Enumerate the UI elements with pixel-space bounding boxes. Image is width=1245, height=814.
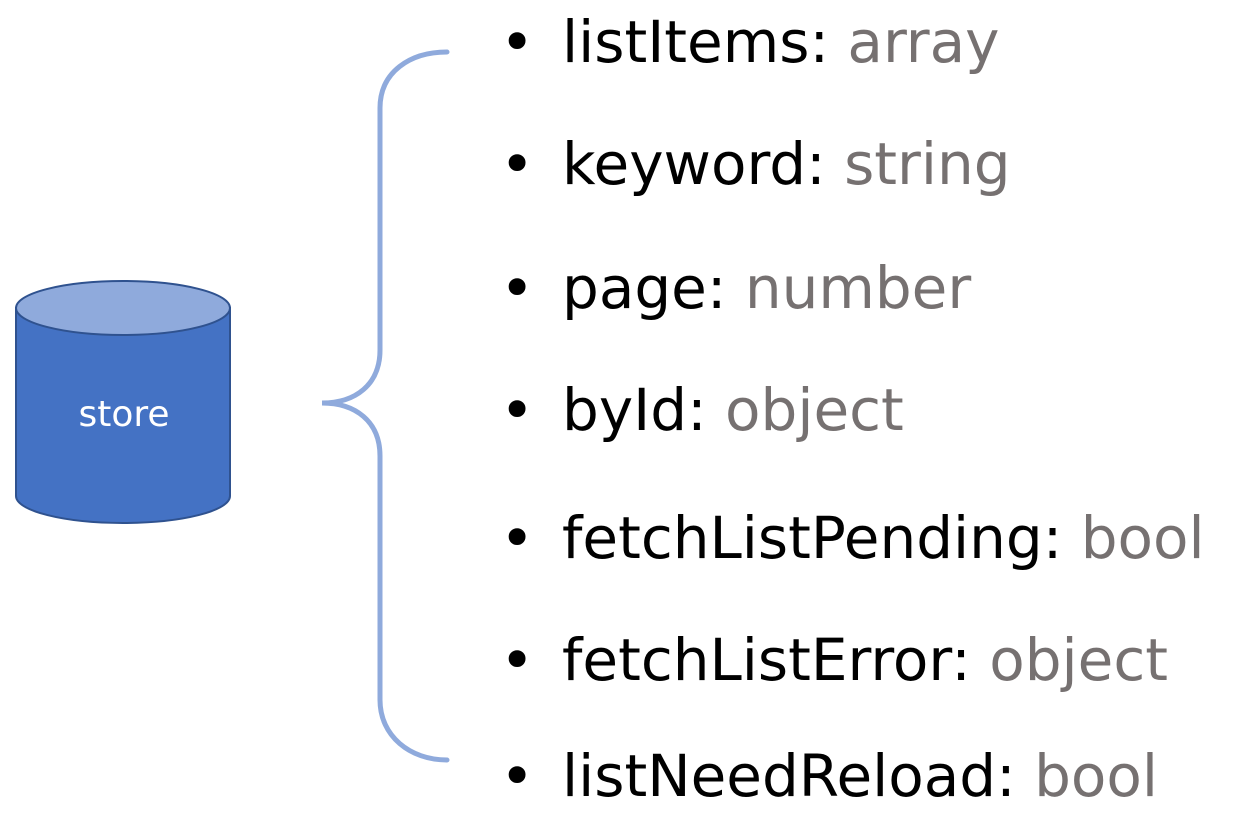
- bullet-icon: •: [500, 254, 535, 322]
- field-type: object: [725, 376, 904, 444]
- bullet-icon: •: [500, 504, 535, 572]
- field-name: page: [562, 254, 707, 322]
- bullet-icon: •: [500, 376, 535, 444]
- curly-brace: [321, 49, 450, 763]
- bullet-icon: •: [500, 626, 535, 694]
- field-name: byId: [562, 376, 688, 444]
- field-type: object: [989, 626, 1168, 694]
- bullet-icon: •: [500, 130, 535, 198]
- field-name: fetchListPending: [562, 504, 1043, 572]
- store-label: store: [78, 394, 170, 435]
- field-name: fetchListError: [562, 626, 952, 694]
- field-type: bool: [1080, 504, 1205, 572]
- field-type: array: [847, 8, 1000, 76]
- bullet-icon: •: [500, 8, 535, 76]
- field-type: bool: [1034, 742, 1158, 810]
- field-name: listItems: [562, 8, 810, 76]
- field-type: string: [844, 130, 1011, 198]
- field-name: listNeedReload: [562, 742, 997, 810]
- field-name: keyword: [562, 130, 807, 198]
- field-type: number: [744, 254, 972, 322]
- bullet-icon: •: [500, 742, 535, 810]
- cylinder-top: [15, 280, 231, 336]
